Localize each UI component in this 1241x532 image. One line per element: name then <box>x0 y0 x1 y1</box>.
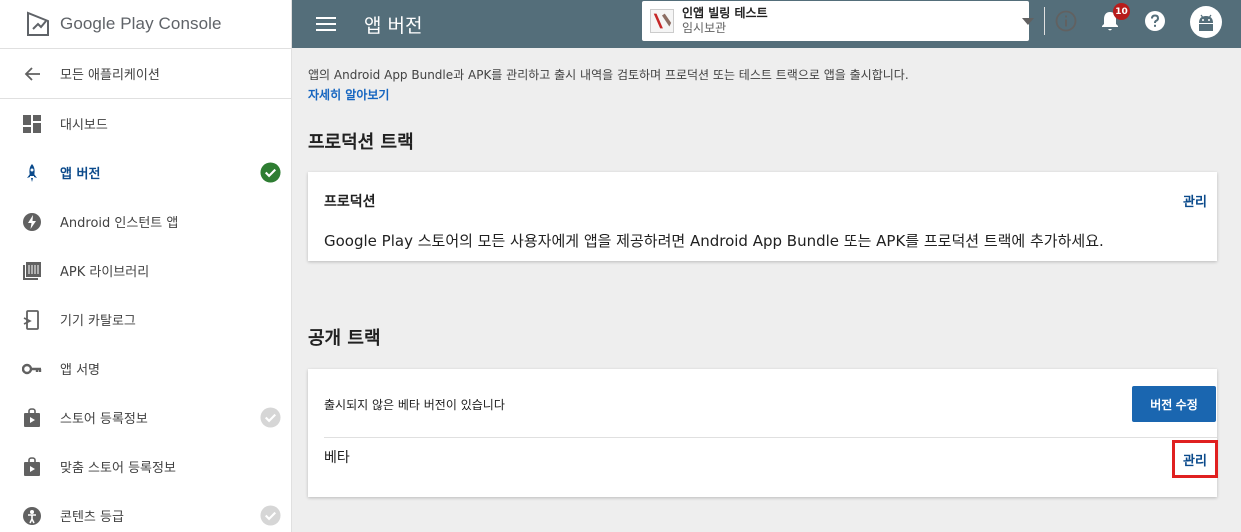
sidebar-item-custom-store-listing[interactable]: 맞춤 스토어 등록정보 <box>0 442 291 491</box>
key-icon <box>22 363 42 374</box>
account-avatar-icon[interactable] <box>1189 5 1223 39</box>
sidebar-item-content-rating[interactable]: 콘텐츠 등급 <box>0 491 291 532</box>
chevron-down-icon[interactable] <box>1022 18 1034 25</box>
app-status: 임시보관 <box>682 21 727 35</box>
production-card: 프로덕션 관리 Google Play 스토어의 모든 사용자에게 앱을 제공하… <box>308 172 1217 261</box>
bolt-icon <box>23 212 41 231</box>
unreleased-beta-message: 출시되지 않은 베타 버전이 있습니다 <box>324 398 505 412</box>
app-selector[interactable]: 인앱 빌링 테스트 임시보관 <box>642 1 1077 41</box>
dashboard-icon <box>23 114 41 133</box>
check-circle-pending-icon <box>260 505 281 526</box>
main-content: 앱의 Android App Bundle과 APK를 관리하고 출시 내역을 … <box>292 48 1241 532</box>
sidebar-item-store-listing[interactable]: 스토어 등록정보 <box>0 393 291 442</box>
sidebar-item-label: 맞춤 스토어 등록정보 <box>60 461 176 476</box>
sidebar-item-instant-apps[interactable]: Android 인스턴트 앱 <box>0 197 291 246</box>
play-console-logo-icon <box>27 11 49 36</box>
edit-release-button[interactable]: 버전 수정 <box>1132 386 1216 422</box>
beta-track-label: 베타 <box>324 450 350 466</box>
help-icon[interactable] <box>1144 10 1166 32</box>
notification-badge: 10 <box>1113 3 1130 20</box>
production-manage-link[interactable]: 관리 <box>1183 191 1207 210</box>
sidebar-item-label: APK 라이브러리 <box>60 265 150 280</box>
sidebar-item-label: Android 인스턴트 앱 <box>60 216 179 231</box>
check-circle-pending-icon <box>260 407 281 428</box>
sidebar-item-app-releases[interactable]: 앱 버전 <box>0 148 291 197</box>
production-description: Google Play 스토어의 모든 사용자에게 앱을 제공하려면 Andro… <box>324 232 1104 250</box>
sidebar-item-label: 기기 카탈로그 <box>60 314 136 329</box>
sidebar-item-device-catalog[interactable]: 기기 카탈로그 <box>0 295 291 344</box>
library-icon <box>23 261 41 280</box>
brand-header[interactable]: Google Play Console <box>0 0 291 49</box>
learn-more-link[interactable]: 자세히 알아보기 <box>308 86 389 103</box>
sidebar-item-app-signing[interactable]: 앱 서명 <box>0 344 291 393</box>
intro-text: 앱의 Android App Bundle과 APK를 관리하고 출시 내역을 … <box>308 68 909 82</box>
beta-card: 출시되지 않은 베타 버전이 있습니다 버전 수정 베타 관리 <box>308 369 1218 497</box>
arrow-left-icon <box>24 66 40 81</box>
sidebar: Google Play Console 모든 애플리케이션 대시보드 앱 버전 <box>0 0 292 532</box>
top-bar: 앱 버전 인앱 빌링 테스트 임시보관 10 <box>292 0 1241 48</box>
production-track-heading: 프로덕션 트랙 <box>308 132 414 153</box>
app-thumbnail-icon <box>650 9 674 33</box>
sidebar-item-label: 스토어 등록정보 <box>60 412 148 427</box>
sidebar-item-label: 앱 서명 <box>60 363 101 378</box>
back-to-all-apps[interactable]: 모든 애플리케이션 <box>0 49 291 99</box>
divider <box>324 437 1217 438</box>
sidebar-item-label: 대시보드 <box>60 118 108 133</box>
device-icon <box>23 309 39 330</box>
check-circle-icon <box>260 162 281 183</box>
back-label: 모든 애플리케이션 <box>60 68 160 83</box>
sidebar-item-dashboard[interactable]: 대시보드 <box>0 99 291 148</box>
page-title: 앱 버전 <box>364 14 423 37</box>
app-name: 인앱 빌링 테스트 <box>682 6 768 20</box>
rocket-icon <box>27 163 37 182</box>
sidebar-item-label: 앱 버전 <box>60 167 101 182</box>
brand-name: Google Play Console <box>60 14 222 33</box>
divider <box>1044 7 1045 35</box>
menu-icon[interactable] <box>316 17 336 31</box>
sidebar-item-label: 콘텐츠 등급 <box>60 510 124 525</box>
info-icon[interactable] <box>1055 10 1077 32</box>
app-names: 인앱 빌링 테스트 임시보관 <box>682 6 768 36</box>
production-title: 프로덕션 <box>324 194 376 210</box>
beta-manage-link[interactable]: 관리 <box>1183 450 1207 469</box>
open-track-heading: 공개 트랙 <box>308 328 381 349</box>
sidebar-item-apk-library[interactable]: APK 라이브러리 <box>0 246 291 295</box>
highlight-box: 관리 <box>1172 440 1218 478</box>
rating-icon <box>23 506 41 525</box>
store-play-icon <box>24 456 40 476</box>
store-icon <box>24 407 40 427</box>
